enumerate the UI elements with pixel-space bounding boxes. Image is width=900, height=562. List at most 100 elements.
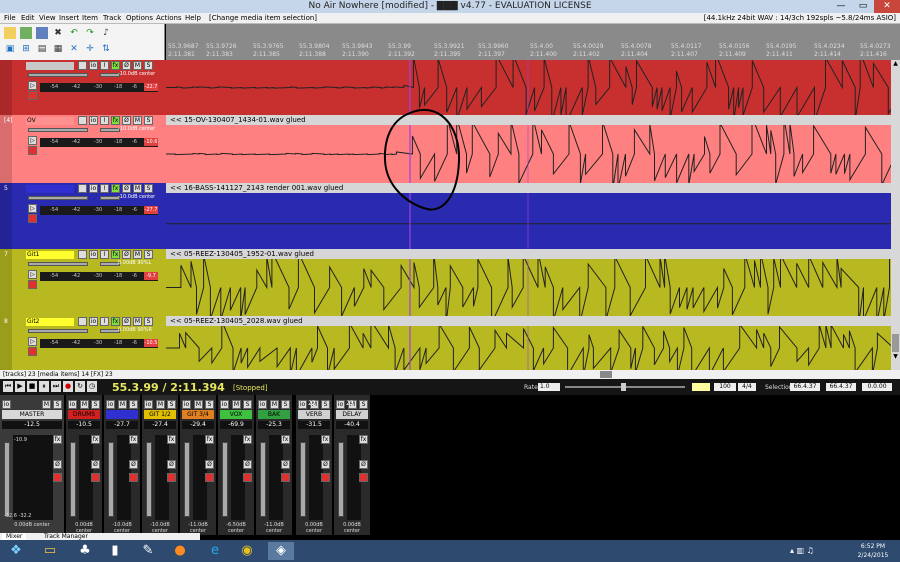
volume-slider[interactable]: [28, 196, 88, 200]
mixer-volume-fader[interactable]: [108, 442, 114, 517]
phase-button-icon[interactable]: Ø: [205, 460, 214, 469]
menu-view[interactable]: View: [39, 14, 56, 22]
monitor-icon[interactable]: ▷: [28, 136, 37, 145]
auto-crossfade-icon[interactable]: ✕: [68, 43, 80, 55]
solo-button[interactable]: S: [144, 61, 153, 70]
envelope-button-icon[interactable]: ⌇: [100, 116, 109, 125]
mixer-volume-fader[interactable]: [300, 442, 306, 517]
monitor-icon[interactable]: ▷: [28, 270, 37, 279]
phase-button-icon[interactable]: Ø: [281, 460, 290, 469]
pan-slider[interactable]: [100, 196, 120, 200]
record-mode-icon[interactable]: [28, 280, 37, 289]
track-name-field[interactable]: [26, 62, 74, 70]
mixer-track-name[interactable]: GIT 1/2: [144, 410, 176, 419]
fx-button[interactable]: fx: [111, 317, 120, 326]
solo-button[interactable]: S: [144, 184, 153, 193]
close-button[interactable]: ✕: [874, 0, 900, 13]
record-arm-icon[interactable]: [129, 473, 138, 482]
record-arm-icon[interactable]: [205, 473, 214, 482]
envelope-button-icon[interactable]: ⌇: [100, 184, 109, 193]
solo-button[interactable]: S: [144, 317, 153, 326]
scroll-thumb[interactable]: [892, 334, 899, 352]
record-arm-icon[interactable]: [78, 250, 87, 259]
solo-button[interactable]: S: [144, 250, 153, 259]
mixer-volume-fader[interactable]: [184, 442, 190, 517]
mixer-track-name[interactable]: VOX: [220, 410, 252, 419]
solo-button[interactable]: S: [91, 400, 100, 409]
chrome-icon[interactable]: ◉: [237, 542, 257, 560]
menu-insert[interactable]: Insert: [59, 14, 79, 22]
io-button[interactable]: io: [89, 61, 98, 70]
clock-date[interactable]: 2/24/2015: [848, 552, 898, 559]
record-arm-icon[interactable]: [53, 473, 62, 482]
media-item-header[interactable]: << 16-BASS-141127_2143 render 001.wav gl…: [166, 183, 891, 193]
record-arm-icon[interactable]: [91, 473, 100, 482]
phase-button-icon[interactable]: Ø: [243, 460, 252, 469]
solo-button[interactable]: S: [321, 400, 330, 409]
io-button[interactable]: io: [144, 400, 153, 409]
phase-button-icon[interactable]: Ø: [321, 460, 330, 469]
volume-slider[interactable]: [28, 128, 88, 132]
phase-button-icon[interactable]: Ø: [122, 250, 131, 259]
menu-file[interactable]: File: [4, 14, 16, 22]
mixer-strip[interactable]: io M S GIT 3/4 -29.4 fx Ø -11.0dB center: [180, 395, 216, 535]
mixer-track-name[interactable]: DRUMS: [68, 410, 100, 419]
solo-button[interactable]: S: [53, 400, 62, 409]
track-lane[interactable]: << 16-BASS-141127_2143 render 001.wav gl…: [166, 183, 891, 249]
record-mode-icon[interactable]: [28, 146, 37, 155]
fx-button[interactable]: fx: [205, 435, 214, 444]
project-settings-icon[interactable]: ✖: [52, 27, 64, 39]
selection-end-field[interactable]: 66.4.37: [826, 383, 856, 391]
mixer-volume-fader[interactable]: [260, 442, 266, 517]
stop-icon[interactable]: ■: [27, 381, 37, 392]
mixer-track-name[interactable]: [106, 410, 138, 419]
metronome-icon[interactable]: ♪: [100, 27, 112, 39]
track-lane[interactable]: << 05-REEZ-130405_1952-01.wav glued: [166, 249, 891, 316]
fx-button[interactable]: fx: [321, 435, 330, 444]
phase-button-icon[interactable]: Ø: [122, 317, 131, 326]
solo-button[interactable]: S: [129, 400, 138, 409]
io-button[interactable]: io: [68, 400, 77, 409]
record-mode-icon[interactable]: [28, 214, 37, 223]
mixer-volume-fader[interactable]: [70, 442, 76, 517]
menu-item[interactable]: Item: [82, 14, 98, 22]
record-arm-icon[interactable]: [78, 184, 87, 193]
volume-slider[interactable]: [28, 73, 88, 77]
menu-track[interactable]: Track: [103, 14, 121, 22]
mixer-volume-fader[interactable]: [222, 442, 228, 517]
time-signature-field[interactable]: 4/4: [738, 383, 756, 391]
selection-length-field[interactable]: 0.0.00: [862, 383, 892, 391]
track-header[interactable]: 8 Git2 io ⌇ fx Ø M S 0.00dB 90%R ▷ -54 -…: [0, 316, 166, 370]
mixer-strip[interactable]: io M S 23 DELAY -40.4 fx Ø 0.00dB center: [334, 395, 370, 535]
monitor-icon[interactable]: ▷: [28, 337, 37, 346]
selection-start-field[interactable]: 66.4.37: [790, 383, 820, 391]
envelope-button-icon[interactable]: ⌇: [100, 61, 109, 70]
menu-actions[interactable]: Actions: [156, 14, 182, 22]
mixer-track-name[interactable]: VERB: [298, 410, 330, 419]
mute-button[interactable]: M: [133, 317, 142, 326]
track-name-field[interactable]: OV: [26, 117, 74, 125]
track-name-field[interactable]: [26, 185, 74, 193]
mute-button[interactable]: M: [80, 400, 89, 409]
clock-time[interactable]: 6:52 PM: [848, 543, 898, 550]
track-name-field[interactable]: Git1: [26, 251, 74, 259]
io-button[interactable]: io: [89, 116, 98, 125]
pan-slider[interactable]: [100, 128, 120, 132]
phase-button-icon[interactable]: Ø: [167, 460, 176, 469]
pan-slider[interactable]: [100, 73, 120, 77]
repeat-icon[interactable]: ↻: [75, 381, 85, 392]
mute-button[interactable]: M: [270, 400, 279, 409]
fx-button[interactable]: fx: [111, 116, 120, 125]
mixer-strip[interactable]: io M S DRUMS -10.5 fx Ø 0.00dB center: [66, 395, 102, 535]
tab-track-manager[interactable]: Track Manager: [40, 533, 92, 540]
track-lane[interactable]: [166, 60, 891, 115]
mute-button[interactable]: M: [133, 250, 142, 259]
rate-slider-thumb[interactable]: [621, 383, 626, 391]
track-header[interactable]: io ⌇ fx Ø M S -10.0dB center ▷ -54 -42 -…: [0, 60, 166, 115]
track-lane[interactable]: << 05-REEZ-130405_2028.wav glued: [166, 316, 891, 370]
fx-button[interactable]: fx: [111, 61, 120, 70]
io-button[interactable]: io: [298, 400, 307, 409]
timeline-ruler[interactable]: 55.3.9687 2:11.381 55.3.9726 2:11.383 55…: [166, 24, 900, 60]
record-arm-icon[interactable]: [167, 473, 176, 482]
item-grouping-icon[interactable]: ▦: [52, 43, 64, 55]
